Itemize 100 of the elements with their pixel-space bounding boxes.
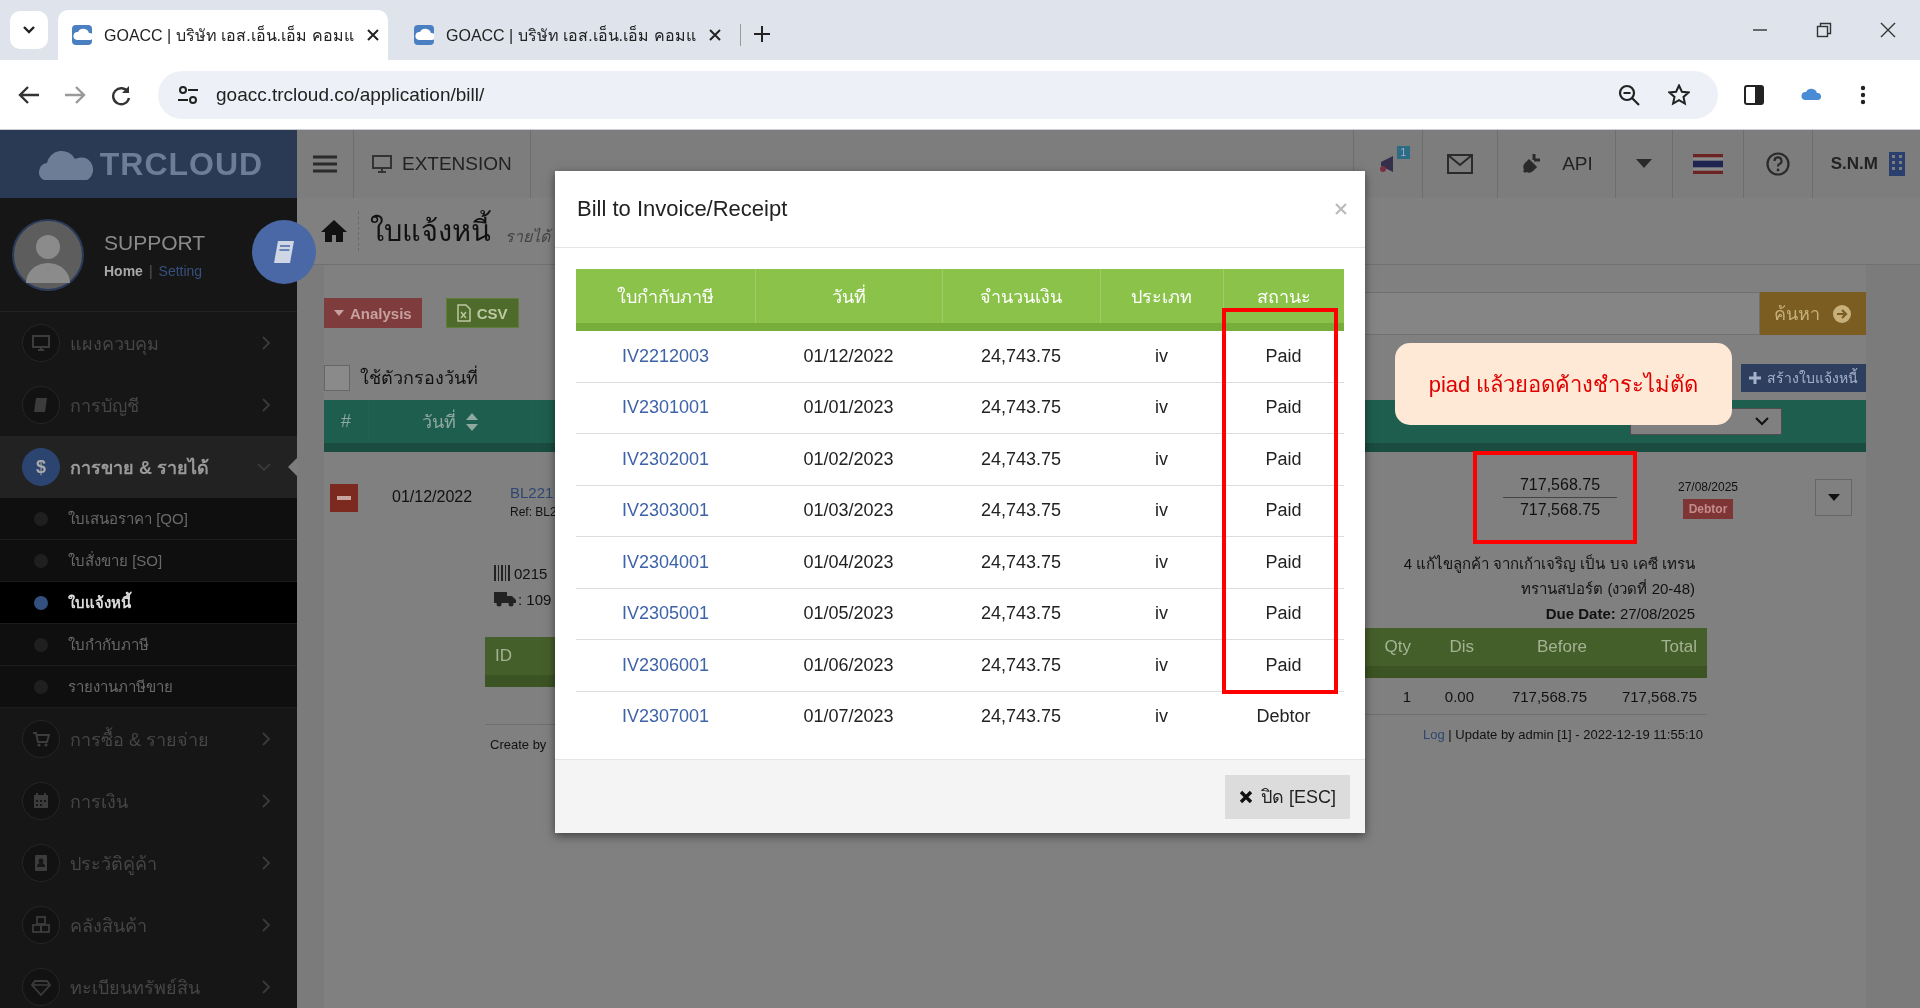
site-settings-icon[interactable] [176,84,200,105]
table-cell: 24,743.75 [980,397,1062,418]
side-panel-icon[interactable] [1744,84,1764,105]
close-button[interactable]: ปิด [ESC] [1225,774,1350,819]
home-icon[interactable] [320,219,348,243]
chevron-right-icon [261,336,271,350]
flag-icon [1692,154,1723,174]
building-icon [1888,151,1906,177]
column-header: # [324,400,369,443]
chevron-right-icon [261,794,271,808]
date-filter-checkbox[interactable] [324,364,350,391]
table-cell: 24,743.75 [980,551,1062,572]
table-cell-text: 0.00 [1443,687,1475,705]
table-cell: 01/03/2023 [803,500,894,521]
submenu-item[interactable]: ใบสั่งขาย [SO] [0,540,297,582]
annotation-tooltip: piad แล้วยอดค้างชำระไม่ตัด [1395,343,1732,425]
chevron-down-icon [22,25,36,35]
monitor-icon [31,333,51,353]
caret-icon [334,310,344,316]
close-icon[interactable] [707,28,722,42]
table-cell: iv [1155,345,1168,366]
table-cell: iv [1155,500,1168,521]
table-cell: iv [1155,448,1168,469]
cart-icon [31,729,51,749]
create-bill-button[interactable]: สร้างใบแจ้งหนี้ [1741,364,1866,392]
due-date: 27/08/2025 [1676,480,1740,494]
tab-search-button[interactable] [10,11,48,49]
collapse-button[interactable] [330,484,358,512]
more-icon[interactable] [1860,84,1866,105]
boxes-icon [31,915,51,935]
table-cell: 24,743.75 [980,448,1062,469]
barcode-number: 0215 [514,564,548,582]
status-text: Paid [1265,500,1302,521]
address-bar[interactable]: goacc.trcloud.co/application/bill/ [158,70,1718,119]
back-icon[interactable] [18,84,40,105]
update-info: | Update by admin [1] - 2022-12-19 11:55:10 [1447,727,1703,742]
chevron-right-icon [261,980,271,994]
truck-icon [494,591,516,607]
invoice-link[interactable]: IV2302001 [621,448,710,469]
table-cell-text: 1 [1401,687,1412,705]
zoom-icon[interactable] [1618,83,1640,106]
invoice-link[interactable]: IV2212003 [621,345,710,366]
spreadsheet-file-icon [456,304,471,322]
submenu-item[interactable]: รายงานภาษีขาย [0,666,297,708]
bill-amount: 717,568.75 [1503,476,1617,498]
column-header[interactable]: วันที่ [369,400,532,443]
csv-button[interactable]: CSV [445,298,519,328]
search-field[interactable] [1365,292,1760,335]
sidebar-item[interactable]: $ การขาย & รายได้ [0,436,297,498]
status-text: Paid [1265,448,1302,469]
logo: TRCLOUD [0,130,297,198]
delivery-number: : 109 [518,590,552,608]
table-cell: 01/01/2023 [803,397,894,418]
bill-date: 01/12/2022 [392,488,474,506]
table-cell: 01/02/2023 [803,448,894,469]
close-icon [1239,789,1253,804]
close-icon[interactable] [1880,22,1896,38]
close-icon[interactable] [365,28,380,42]
log-link[interactable]: Log [1423,727,1445,742]
invoice-link[interactable]: IV2306001 [621,654,710,675]
table-cell: 01/12/2022 [803,345,894,366]
chevron-right-icon [261,398,271,412]
new-tab-icon[interactable] [753,25,771,43]
invoice-link[interactable]: IV2307001 [621,706,710,727]
browser-tab[interactable]: GOACC | บริษัท เอส.เอ็น.เอ็ม คอมแ [58,10,388,60]
submenu-item[interactable]: ใบกำกับภาษี [0,624,297,666]
chevron-right-icon [261,732,271,746]
row-actions-button[interactable] [1815,479,1852,516]
table-cell: 24,743.75 [980,603,1062,624]
invoice-link[interactable]: IV2304001 [621,551,710,572]
table-cell: 01/07/2023 [803,706,894,727]
status-text: Paid [1265,345,1302,366]
home-link[interactable]: Home [104,262,143,279]
column-header: Total [1660,637,1698,657]
restore-icon[interactable] [1816,22,1832,38]
chevron-down-icon [1755,417,1769,426]
submenu-item[interactable]: ใบแจ้งหนี้ [0,582,297,624]
table-cell: iv [1155,706,1168,727]
invoice-link[interactable]: IV2305001 [621,603,710,624]
arrow-circle-icon [1832,303,1852,324]
status-text: Paid [1265,603,1302,624]
barcode-icon [494,565,512,581]
submenu-item[interactable]: ใบเสนอราคา [QO] [0,498,297,540]
search-button[interactable]: ค้นหา [1760,292,1866,335]
bill-number-link[interactable]: BL221 [510,484,557,501]
link-separator: | [148,262,153,279]
status-badge: Debtor [1682,499,1734,519]
help-icon [1765,152,1790,176]
browser-tab[interactable]: GOACC | บริษัท เอส.เอ็น.เอ็ม คอมแ [400,10,730,60]
analysis-button[interactable]: Analysis [324,298,422,328]
table-cell: 24,743.75 [980,706,1062,727]
invoice-link[interactable]: IV2303001 [621,500,710,521]
caret-icon [1827,494,1840,501]
forward-icon[interactable] [64,84,86,105]
star-icon[interactable] [1668,83,1690,106]
created-by: Create by [490,737,548,752]
setting-link[interactable]: Setting [158,262,203,279]
menu-icon [313,154,337,174]
invoice-link[interactable]: IV2301001 [621,397,710,418]
modal-title: Bill to Invoice/Receipt [577,196,789,222]
